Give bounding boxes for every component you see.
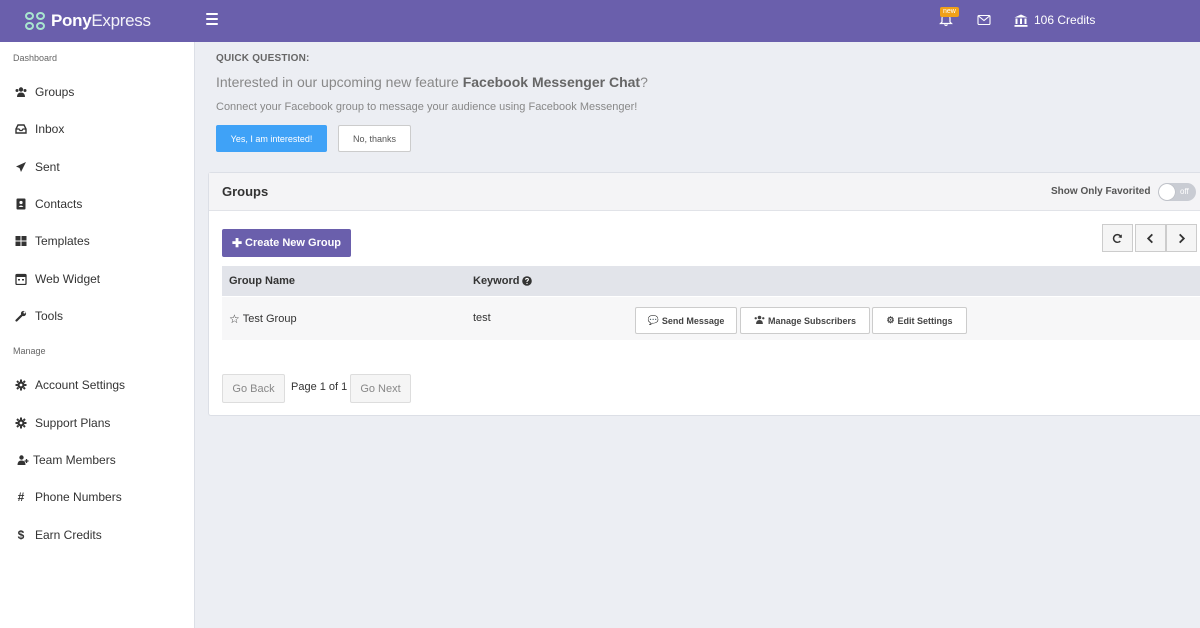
sidebar-item-phone-numbers[interactable]: # Phone Numbers <box>14 489 122 505</box>
new-notification-badge: new <box>940 7 959 17</box>
sidebar-item-support-plans[interactable]: Support Plans <box>14 415 110 431</box>
show-favorited-toggle[interactable]: off <box>1158 183 1196 201</box>
group-name[interactable]: Test Group <box>243 313 297 325</box>
next-page-button[interactable] <box>1166 224 1197 252</box>
sidebar-item-label: Account Settings <box>35 378 126 392</box>
sidebar-section-dashboard: Dashboard <box>13 53 58 63</box>
page-title: Groups <box>222 184 269 199</box>
credits-balance[interactable]: 106 Credits <box>1014 13 1095 27</box>
table-row: ☆ Test Group test 💬 Send Message Manage … <box>222 297 1200 340</box>
go-next-button[interactable]: Go Next <box>350 374 411 403</box>
show-favorited-label: Show Only Favorited <box>1051 186 1151 197</box>
toggle-state-label: off <box>1180 187 1189 196</box>
chevron-left-icon <box>1146 233 1153 243</box>
sidebar-item-label: Contacts <box>35 197 83 211</box>
hash-icon: # <box>17 490 25 504</box>
bank-icon <box>1014 14 1028 27</box>
sidebar-item-label: Groups <box>35 85 75 99</box>
quick-question-title-suffix: ? <box>640 74 648 90</box>
brand-logo[interactable]: PonyExpress <box>25 11 151 31</box>
sidebar-item-tools[interactable]: Tools <box>14 308 63 324</box>
brand-name-light: Express <box>91 11 151 30</box>
quick-question-banner: QUICK QUESTION: Interested in our upcomi… <box>195 42 1200 159</box>
manage-subscribers-label: Manage Subscribers <box>767 315 857 326</box>
sidebar-item-web-widget[interactable]: Web Widget <box>14 271 100 287</box>
sidebar-item-account-settings[interactable]: Account Settings <box>14 377 125 393</box>
brand-name-bold: Pony <box>51 11 92 30</box>
sidebar-item-templates[interactable]: Templates <box>14 233 90 249</box>
gear-icon <box>14 378 28 392</box>
envelope-icon[interactable] <box>977 14 991 26</box>
users-icon <box>754 315 765 326</box>
column-header-keyword-label: Keyword <box>473 275 520 287</box>
sidebar-section-manage: Manage <box>13 346 46 356</box>
page-indicator: Page 1 of 1 <box>291 381 348 393</box>
plus-icon: ✚ <box>231 236 243 250</box>
inbox-icon <box>14 122 28 136</box>
refresh-icon <box>1112 233 1122 243</box>
dollar-icon: $ <box>17 528 25 542</box>
sidebar-item-label: Templates <box>35 234 90 248</box>
group-keyword: test <box>473 312 491 324</box>
create-new-group-label: Create New Group <box>245 237 342 249</box>
top-navbar: PonyExpress new 106 Credits <box>0 0 1200 42</box>
sidebar-item-team-members[interactable]: Team Members <box>16 452 116 468</box>
create-new-group-button[interactable]: ✚ Create New Group <box>222 229 351 257</box>
gear-icon <box>14 416 28 430</box>
sidebar-item-label: Support Plans <box>35 416 111 430</box>
hamburger-icon[interactable] <box>206 13 218 25</box>
sidebar-item-label: Phone Numbers <box>35 490 122 504</box>
send-message-button[interactable]: 💬 Send Message <box>635 307 737 334</box>
manage-subscribers-button[interactable]: Manage Subscribers <box>740 307 870 334</box>
quick-question-feature: Facebook Messenger Chat <box>462 74 641 90</box>
credits-label: 106 Credits <box>1034 13 1096 27</box>
paper-plane-icon <box>14 160 28 174</box>
sidebar-item-label: Sent <box>35 160 60 174</box>
sidebar-item-label: Team Members <box>33 453 116 467</box>
groups-panel: Groups Show Only Favorited off ✚ Create … <box>208 172 1200 416</box>
sidebar-item-groups[interactable]: Groups <box>14 84 74 100</box>
users-icon <box>14 85 28 99</box>
gear-icon: ⚙ <box>886 315 895 325</box>
question-circle-icon[interactable] <box>522 276 533 286</box>
go-back-button[interactable]: Go Back <box>222 374 285 403</box>
interested-yes-button[interactable]: Yes, I am interested! <box>216 125 327 152</box>
groups-panel-header: Groups Show Only Favorited off <box>209 173 1200 211</box>
toggle-knob <box>1159 184 1175 200</box>
group-name-cell: ☆ Test Group <box>229 312 297 326</box>
star-icon[interactable]: ☆ <box>229 312 240 326</box>
wrench-icon <box>14 309 28 323</box>
chevron-right-icon <box>1179 233 1186 243</box>
quick-question-title-prefix: Interested in our upcoming new feature <box>216 74 463 90</box>
sidebar-item-sent[interactable]: Sent <box>14 159 60 175</box>
groups-table-header: Group Name Keyword <box>222 266 1200 296</box>
quick-question-title: Interested in our upcoming new feature F… <box>216 74 648 90</box>
comment-icon: 💬 <box>647 315 659 325</box>
calendar-icon <box>14 272 28 286</box>
grid-icon <box>14 234 28 248</box>
address-book-icon <box>14 197 28 211</box>
sidebar-item-label: Tools <box>35 309 64 323</box>
column-header-group-name: Group Name <box>229 275 296 287</box>
sidebar: Dashboard Groups Inbox Sent Contacts Tem… <box>0 42 195 628</box>
sidebar-item-earn-credits[interactable]: $ Earn Credits <box>14 527 102 543</box>
sidebar-item-inbox[interactable]: Inbox <box>14 121 64 137</box>
previous-page-button[interactable] <box>1135 224 1166 252</box>
sidebar-item-label: Web Widget <box>35 272 101 286</box>
edit-settings-button[interactable]: ⚙ Edit Settings <box>872 307 967 334</box>
quick-question-label: QUICK QUESTION: <box>216 53 310 64</box>
logo-icon <box>25 12 45 30</box>
sidebar-item-label: Earn Credits <box>35 528 102 542</box>
edit-settings-label: Edit Settings <box>897 315 953 326</box>
quick-question-description: Connect your Facebook group to message y… <box>216 101 638 113</box>
column-header-keyword: Keyword <box>473 275 533 287</box>
sidebar-item-contacts[interactable]: Contacts <box>14 196 82 212</box>
refresh-button[interactable] <box>1102 224 1133 252</box>
interested-no-button[interactable]: No, thanks <box>338 125 411 152</box>
sidebar-item-label: Inbox <box>35 122 65 136</box>
send-message-label: Send Message <box>661 315 725 326</box>
user-plus-icon <box>16 453 30 467</box>
